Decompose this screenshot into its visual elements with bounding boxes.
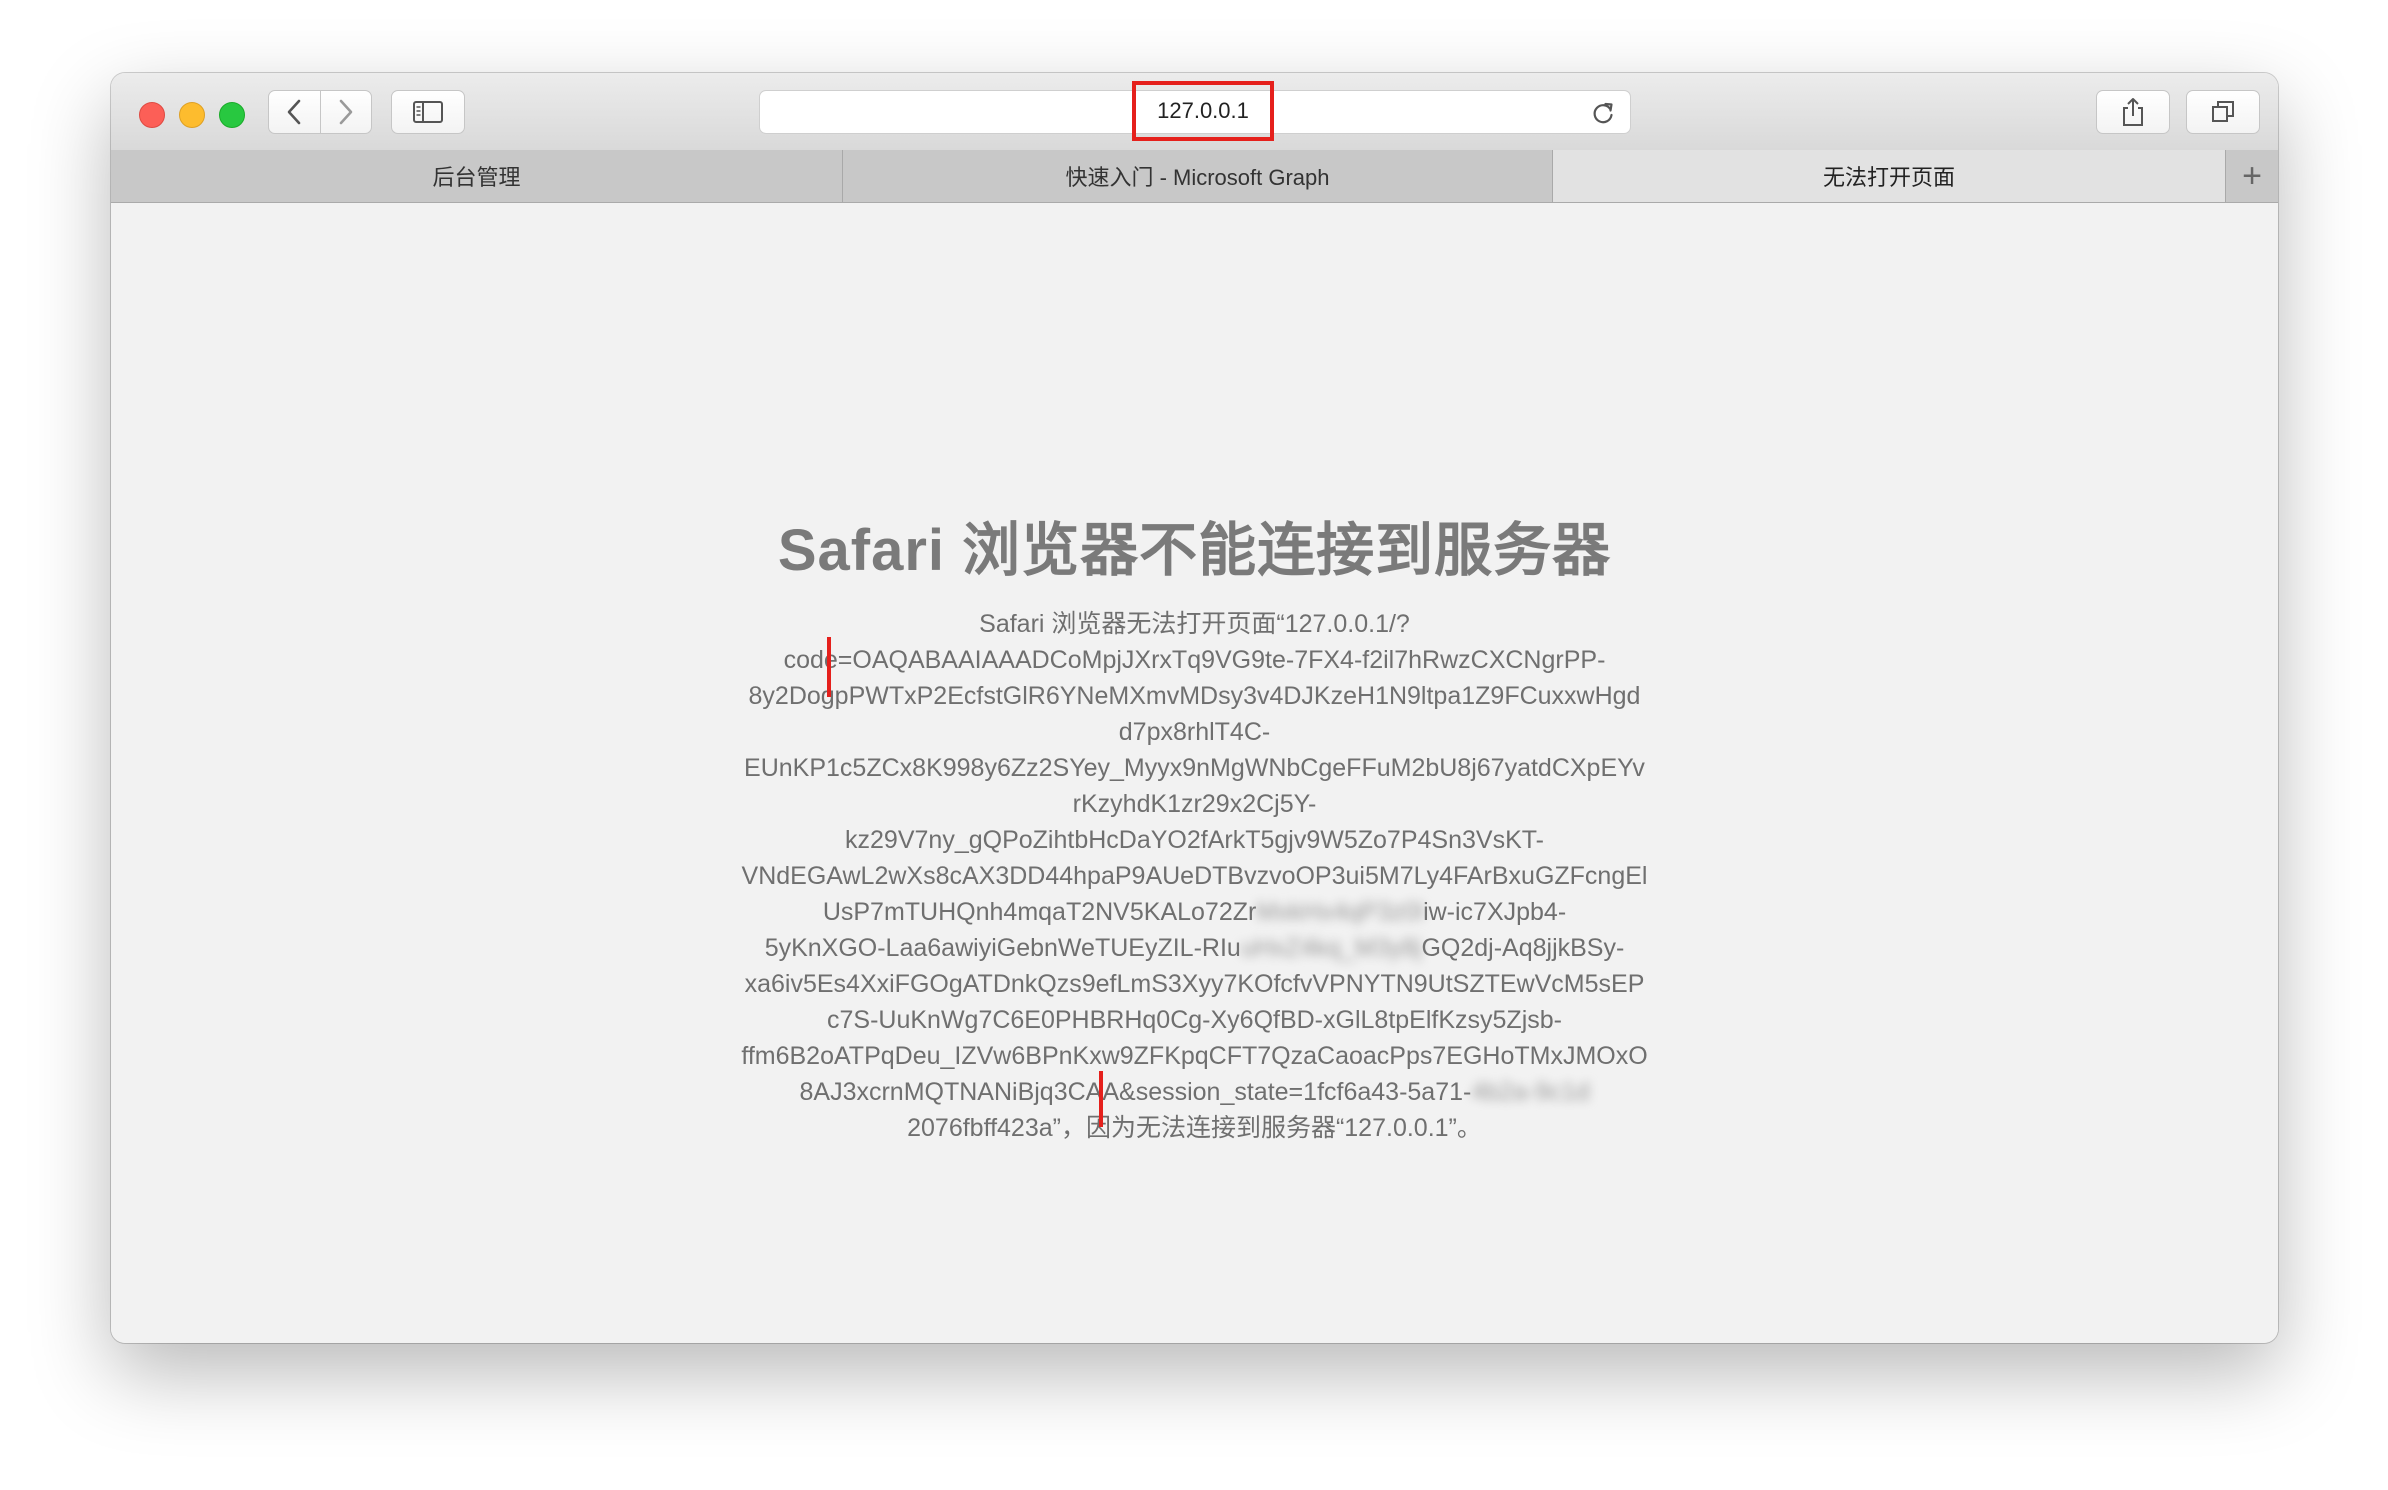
- error-line: code=OAQABAAIAAADCoMpjJXrxTq9VG9te-7FX4-…: [783, 646, 1606, 674]
- error-line: VNdEGAwL2wXs8cAX3DD44hpaP9AUeDTBvzvoOP3u…: [741, 862, 1648, 890]
- error-text: 8AJ3xcrnMQTNANiBjq3CAA&session_state=1fc…: [799, 1078, 1472, 1106]
- tab-bar: 后台管理 快速入门 - Microsoft Graph 无法打开页面 +: [111, 150, 2278, 203]
- page-content: Safari 浏览器不能连接到服务器 Safari 浏览器无法打开页面“127.…: [111, 203, 2278, 1343]
- share-icon: [2123, 98, 2143, 126]
- error-line: 8y2DogpPWTxP2EcfstGlR6YNeMXmvMDsy3v4DJKz…: [748, 682, 1641, 710]
- highlight-marker: [827, 637, 831, 697]
- error-line: 5yKnXGO-Laa6awiyiGebnWeTUEyZIL-RIuuHxZ4k…: [701, 930, 1688, 966]
- error-title: Safari 浏览器不能连接到服务器: [777, 518, 1612, 583]
- redacted-text: 4b2a-9c1d: [1471, 1078, 1590, 1106]
- back-button[interactable]: [269, 91, 320, 133]
- error-line: kz29V7ny_gQPoZihtbHcDaYO2fArkT5gjv9W5Zo7…: [845, 826, 1544, 854]
- redacted-text: uHxZ4kq_M3y8j: [1240, 934, 1422, 962]
- error-text: UsP7mTUHQnh4mqaT2NV5KALo72Zr: [822, 898, 1257, 926]
- tab-label: 无法打开页面: [1822, 165, 1955, 190]
- chevron-right-icon: [339, 99, 353, 125]
- chevron-left-icon: [287, 99, 301, 125]
- redacted-text: MxkHx4qP3z0l: [1256, 898, 1424, 926]
- tab-overview-icon: [2212, 101, 2234, 122]
- toolbar: 127.0.0.1: [111, 73, 2278, 151]
- error-message: Safari 浏览器无法打开页面“127.0.0.1/? code=OAQABA…: [701, 606, 1688, 1146]
- address-url-highlight[interactable]: 127.0.0.1: [1132, 81, 1274, 141]
- tab-admin[interactable]: 后台管理: [111, 150, 843, 202]
- error-line: d7px8rhlT4C-: [1118, 718, 1271, 746]
- error-text: iw-ic7XJpb4-: [1423, 898, 1567, 926]
- error-line: xa6iv5Es4XxiFGOgATDnkQzs9efLmS3Xyy7KOfcf…: [744, 970, 1645, 998]
- navigation-buttons: [268, 90, 372, 134]
- error-line: 2076fbff423a”，因为无法连接到服务器“127.0.0.1”。: [907, 1114, 1482, 1142]
- error-line: 8AJ3xcrnMQTNANiBjq3CAA&session_state=1fc…: [701, 1074, 1688, 1110]
- maximize-window-button[interactable]: [219, 102, 245, 128]
- forward-button[interactable]: [319, 91, 372, 133]
- address-bar[interactable]: 127.0.0.1: [759, 81, 1631, 141]
- tab-label: 快速入门 - Microsoft Graph: [1065, 165, 1330, 190]
- tab-label: 后台管理: [432, 165, 521, 190]
- highlight-marker: [1099, 1071, 1103, 1127]
- reload-icon[interactable]: [1590, 100, 1616, 126]
- error-line: rKzyhdK1zr29x2Cj5Y-: [1072, 790, 1317, 818]
- error-line: ffm6B2oATPqDeu_IZVw6BPnKxw9ZFKpqCFT7QzaC…: [741, 1042, 1648, 1070]
- close-window-button[interactable]: [139, 102, 165, 128]
- tab-microsoft-graph[interactable]: 快速入门 - Microsoft Graph: [843, 150, 1553, 202]
- error-text: 5yKnXGO-Laa6awiyiGebnWeTUEyZIL-RIu: [764, 934, 1241, 962]
- error-line: EUnKP1c5ZCx8K998y6Zz2SYey_Myyx9nMgWNbCge…: [744, 754, 1645, 782]
- share-button[interactable]: [2096, 90, 2170, 134]
- error-line: Safari 浏览器无法打开页面“127.0.0.1/?: [979, 610, 1410, 638]
- sidebar-button[interactable]: [391, 90, 465, 134]
- error-line: c7S-UuKnWg7C6E0PHBRHq0Cg-Xy6QfBD-xGlL8tp…: [827, 1006, 1562, 1034]
- error-text: GQ2dj-Aq8jjkBSy-: [1421, 934, 1625, 962]
- plus-icon: +: [2242, 156, 2262, 195]
- minimize-window-button[interactable]: [179, 102, 205, 128]
- error-line: UsP7mTUHQnh4mqaT2NV5KALo72ZrMxkHx4qP3z0l…: [701, 894, 1688, 930]
- sidebar-icon: [413, 101, 443, 123]
- browser-window: 127.0.0.1 后台管理 快速入门 - Microsoft Graph 无法…: [111, 73, 2278, 1343]
- new-tab-button[interactable]: +: [2226, 150, 2278, 202]
- tab-overview-button[interactable]: [2186, 90, 2260, 134]
- address-url: 127.0.0.1: [1157, 98, 1249, 123]
- tab-error-page[interactable]: 无法打开页面: [1553, 150, 2226, 202]
